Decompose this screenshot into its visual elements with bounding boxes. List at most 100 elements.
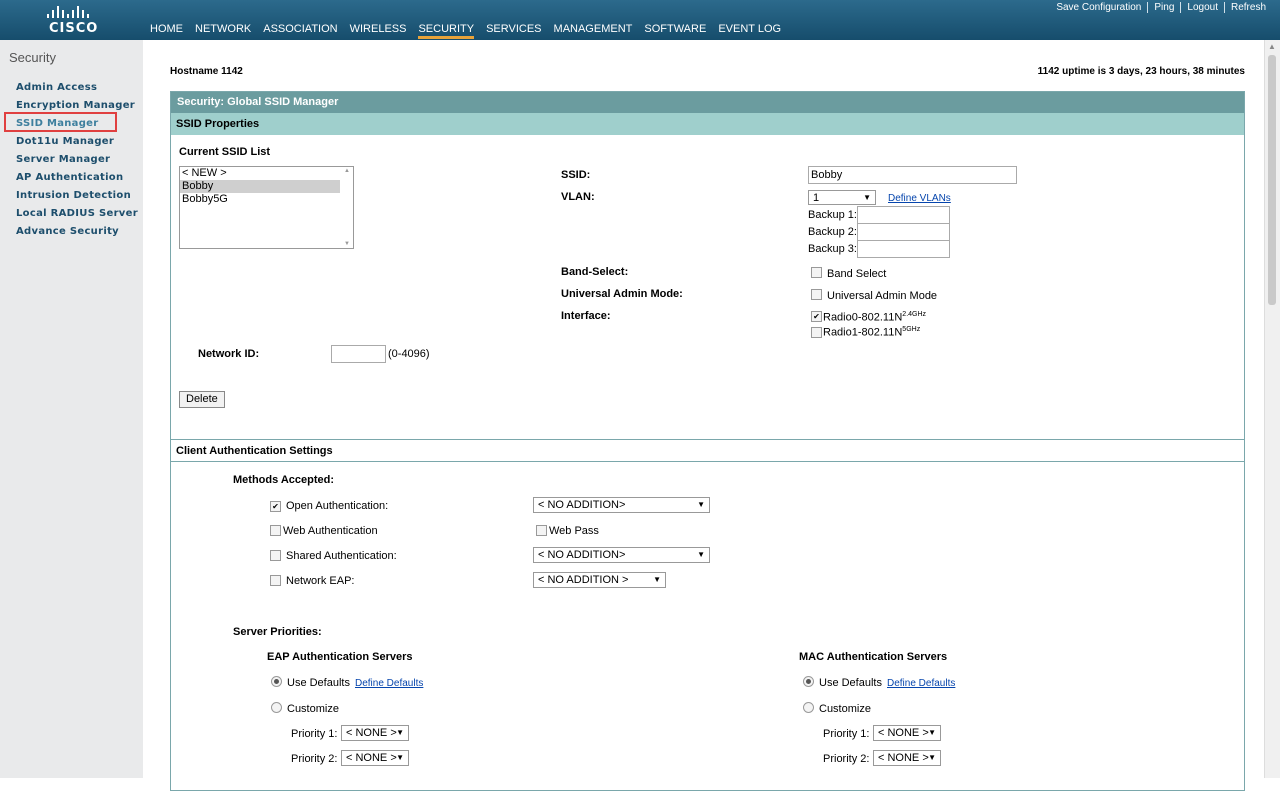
chevron-down-icon: ▼	[928, 728, 936, 737]
eap-priority1-select[interactable]: < NONE > ▼	[341, 725, 409, 741]
sidebar-item-local-radius-server[interactable]: Local RADIUS Server	[16, 207, 138, 225]
sidebar-item-ap-authentication[interactable]: AP Authentication	[16, 171, 138, 189]
shared-auth-checkbox[interactable]	[270, 550, 281, 561]
chevron-down-icon: ▼	[653, 575, 661, 584]
nav-event-log[interactable]: EVENT LOG	[718, 23, 781, 36]
nav-home[interactable]: HOME	[150, 23, 183, 36]
methods-accepted-label: Methods Accepted:	[233, 474, 335, 486]
ssid-list-item[interactable]: < NEW >	[180, 167, 340, 180]
ssid-list-item[interactable]: Bobby5G	[180, 193, 340, 206]
chevron-down-icon: ▼	[928, 753, 936, 762]
logout-link[interactable]: Logout	[1180, 2, 1224, 13]
eap-use-defaults-radio[interactable]	[271, 676, 282, 687]
top-bar: CISCO Save Configuration Ping Logout Refres…	[0, 0, 1280, 40]
backup2-input[interactable]	[857, 223, 950, 241]
ping-link[interactable]: Ping	[1147, 2, 1181, 13]
radio0-checkbox[interactable]: ✔	[811, 311, 822, 322]
radio1-checkbox[interactable]	[811, 327, 822, 338]
band-select-checkbox-label: Band Select	[827, 268, 887, 280]
mac-servers-heading: MAC Authentication Servers	[799, 651, 948, 663]
chevron-up-icon[interactable]: ▲	[344, 168, 350, 174]
universal-admin-mode-checkbox-label: Universal Admin Mode	[827, 290, 938, 302]
ssid-manager-panel: Security: Global SSID Manager SSID Prope…	[170, 91, 1245, 791]
shared-auth-label: Shared Authentication:	[286, 550, 397, 562]
sidebar-item-ssid-manager[interactable]: SSID Manager	[16, 117, 138, 135]
panel-title: Security: Global SSID Manager	[171, 92, 1244, 113]
mac-customize-radio[interactable]	[803, 702, 814, 713]
interface-label: Interface:	[561, 310, 611, 322]
nav-wireless[interactable]: WIRELESS	[350, 23, 407, 36]
universal-admin-mode-checkbox[interactable]	[811, 289, 822, 300]
vlan-label: VLAN:	[561, 191, 595, 203]
sidebar-title: Security	[9, 50, 56, 65]
chevron-down-icon: ▼	[396, 728, 404, 737]
ssid-listbox[interactable]: < NEW > Bobby Bobby5G ▲ ▼	[179, 166, 354, 249]
mac-priority2-label: Priority 2:	[823, 753, 870, 765]
nav-services[interactable]: SERVICES	[486, 23, 541, 36]
band-select-checkbox[interactable]	[811, 267, 822, 278]
open-auth-select[interactable]: < NO ADDITION> ▼	[533, 497, 710, 513]
network-id-input[interactable]	[331, 345, 386, 363]
vlan-select-value: 1	[813, 192, 820, 204]
web-auth-label: Web Authentication	[283, 525, 378, 537]
scroll-thumb[interactable]	[1268, 55, 1276, 305]
define-vlans-link[interactable]: Define VLANs	[888, 193, 951, 204]
backup1-input[interactable]	[857, 206, 950, 224]
ssid-label: SSID:	[561, 169, 591, 181]
hostname: Hostname 1142	[170, 66, 243, 77]
refresh-link[interactable]: Refresh	[1223, 2, 1272, 13]
network-id-hint: (0-4096)	[388, 348, 430, 360]
ssid-input[interactable]	[808, 166, 1017, 184]
page-scrollbar[interactable]: ▲	[1264, 40, 1280, 778]
top-links: Save Configuration Ping Logout Refresh	[1050, 2, 1272, 13]
backup1-label: Backup 1:	[808, 209, 857, 221]
nav-association[interactable]: ASSOCIATION	[263, 23, 337, 36]
ssid-properties-header: SSID Properties	[171, 113, 1244, 135]
nav-software[interactable]: SOFTWARE	[644, 23, 706, 36]
sidebar-item-admin-access[interactable]: Admin Access	[16, 81, 138, 99]
backup2-label: Backup 2:	[808, 226, 857, 238]
network-eap-label: Network EAP:	[286, 575, 355, 587]
network-id-label: Network ID:	[198, 348, 260, 360]
open-auth-checkbox[interactable]: ✔	[270, 501, 281, 512]
vlan-select[interactable]: 1 ▼	[808, 190, 876, 205]
mac-use-defaults-radio[interactable]	[803, 676, 814, 687]
eap-define-defaults-link[interactable]: Define Defaults	[355, 678, 423, 689]
chevron-down-icon: ▼	[396, 753, 404, 762]
mac-define-defaults-link[interactable]: Define Defaults	[887, 678, 955, 689]
network-eap-checkbox[interactable]	[270, 575, 281, 586]
sidebar-item-advance-security[interactable]: Advance Security	[16, 225, 138, 243]
sidebar-item-dot11u-manager[interactable]: Dot11u Manager	[16, 135, 138, 153]
mac-customize-label: Customize	[819, 703, 871, 715]
nav-security[interactable]: SECURITY	[418, 23, 475, 39]
eap-priority2-select[interactable]: < NONE > ▼	[341, 750, 409, 766]
cisco-logo: CISCO	[44, 4, 100, 36]
chevron-down-icon[interactable]: ▼	[344, 241, 350, 247]
ssid-list-item-selected[interactable]: Bobby	[180, 180, 340, 193]
eap-use-defaults-label: Use Defaults	[287, 677, 350, 689]
eap-customize-label: Customize	[287, 703, 339, 715]
network-eap-select[interactable]: < NO ADDITION > ▼	[533, 572, 666, 588]
listbox-scrollbar[interactable]: ▲ ▼	[341, 167, 353, 248]
web-pass-checkbox[interactable]	[536, 525, 547, 536]
nav-network[interactable]: NETWORK	[195, 23, 251, 36]
web-auth-checkbox[interactable]	[270, 525, 281, 536]
scroll-up-icon[interactable]: ▲	[1268, 42, 1276, 51]
uptime: 1142 uptime is 3 days, 23 hours, 38 minu…	[1037, 66, 1245, 77]
sidebar-item-encryption-manager[interactable]: Encryption Manager	[16, 99, 138, 117]
chevron-down-icon: ▼	[863, 193, 871, 202]
mac-priority1-select[interactable]: < NONE > ▼	[873, 725, 941, 741]
nav-management[interactable]: MANAGEMENT	[554, 23, 633, 36]
sidebar-item-server-manager[interactable]: Server Manager	[16, 153, 138, 171]
backup3-input[interactable]	[857, 240, 950, 258]
sidebar-item-intrusion-detection[interactable]: Intrusion Detection	[16, 189, 138, 207]
shared-auth-select[interactable]: < NO ADDITION> ▼	[533, 547, 710, 563]
band-select-label: Band-Select:	[561, 266, 629, 278]
eap-customize-radio[interactable]	[271, 702, 282, 713]
save-configuration-link[interactable]: Save Configuration	[1050, 2, 1147, 13]
eap-servers-heading: EAP Authentication Servers	[267, 651, 413, 663]
delete-button[interactable]: Delete	[179, 391, 225, 408]
mac-priority2-select[interactable]: < NONE > ▼	[873, 750, 941, 766]
chevron-down-icon: ▼	[697, 500, 705, 509]
universal-admin-mode-label: Universal Admin Mode:	[561, 288, 683, 300]
